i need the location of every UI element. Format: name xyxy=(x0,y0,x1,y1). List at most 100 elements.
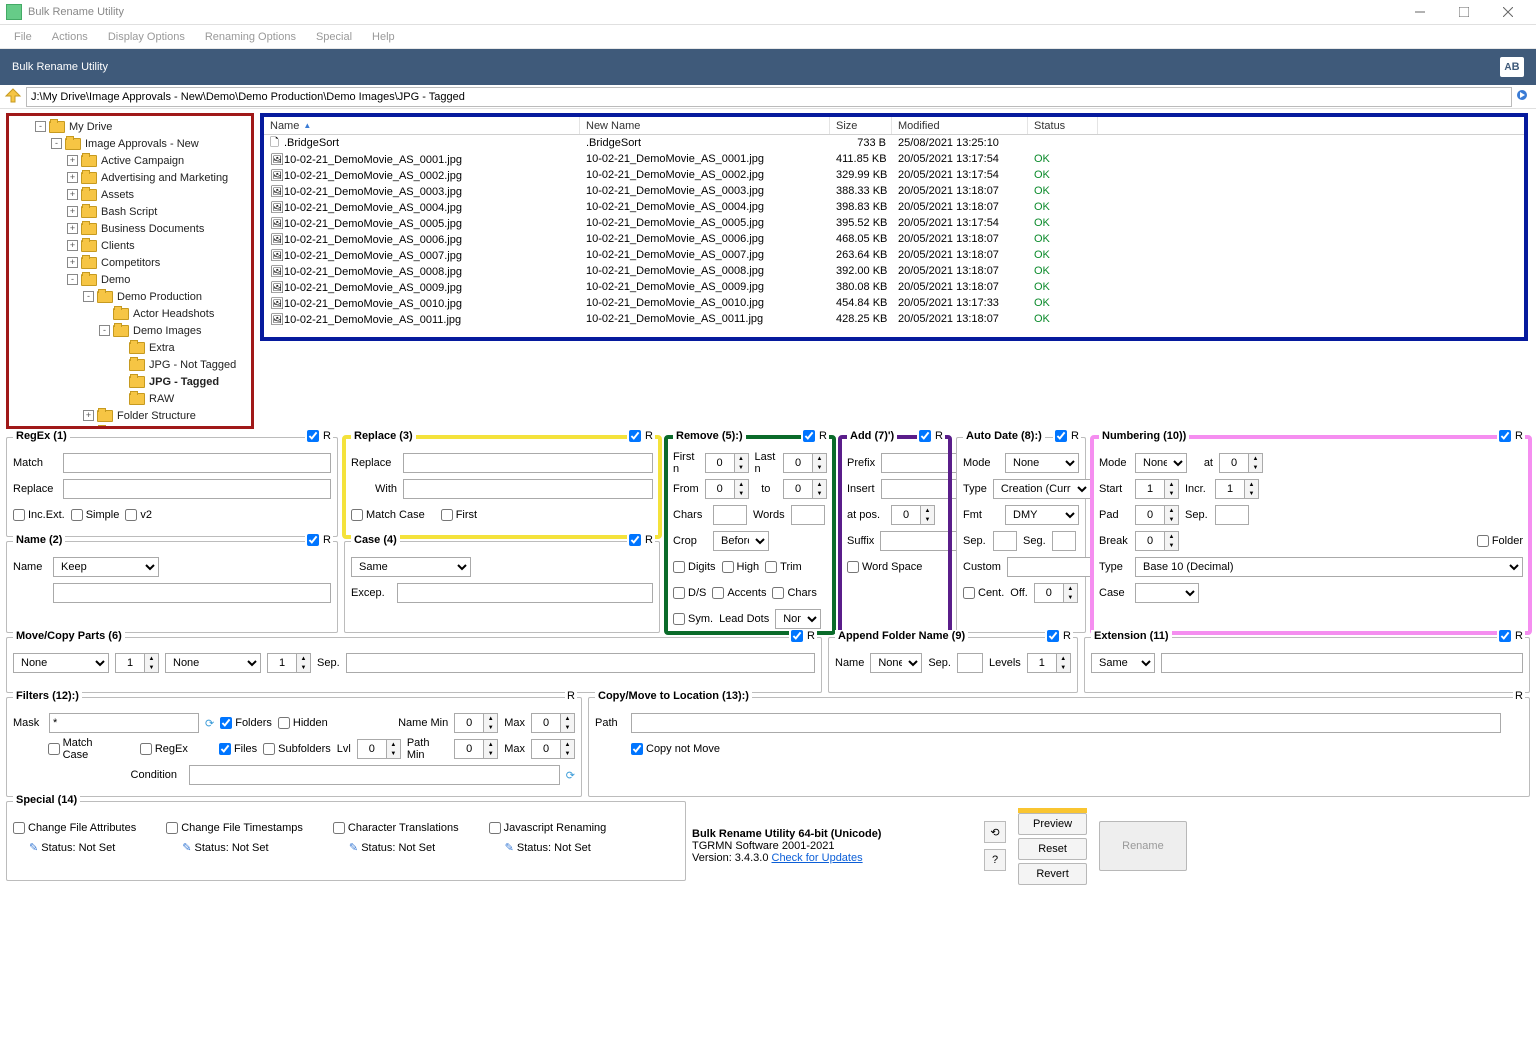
movecopy-sep-input[interactable] xyxy=(346,653,815,673)
tree-expand-icon[interactable]: - xyxy=(51,138,62,149)
tree-node[interactable]: +Folder Structure xyxy=(11,407,249,424)
table-row[interactable]: 🖼10-02-21_DemoMovie_AS_0002.jpg10-02-21_… xyxy=(264,167,1524,183)
case-excep-input[interactable] xyxy=(397,583,653,603)
replace-input[interactable] xyxy=(403,453,653,473)
table-row[interactable]: 🖼10-02-21_DemoMovie_AS_0011.jpg10-02-21_… xyxy=(264,311,1524,327)
numbering-sep-input[interactable] xyxy=(1215,505,1249,525)
add-atpos-input[interactable] xyxy=(892,506,920,524)
regex-incext-check[interactable] xyxy=(13,509,25,521)
case-select[interactable]: Same xyxy=(351,557,471,577)
replace-matchcase-check[interactable] xyxy=(351,509,363,521)
filters-namemin-input[interactable] xyxy=(455,714,483,732)
filters-lvl-input[interactable] xyxy=(358,740,386,758)
special-ct-check[interactable] xyxy=(333,822,345,834)
table-row[interactable]: 🖼10-02-21_DemoMovie_AS_0005.jpg10-02-21_… xyxy=(264,215,1524,231)
autodate-type-select[interactable]: Creation (Curr xyxy=(993,479,1091,499)
numbering-folder-check[interactable] xyxy=(1477,535,1489,547)
name-mode-select[interactable]: Keep xyxy=(53,557,159,577)
tree-node[interactable]: +Advertising and Marketing xyxy=(11,169,249,186)
remove-enable-check[interactable] xyxy=(803,430,815,442)
tree-expand-icon[interactable]: - xyxy=(99,325,110,336)
tree-node[interactable]: Extra xyxy=(11,339,249,356)
revert-button[interactable]: Revert xyxy=(1018,863,1087,885)
table-row[interactable]: 🖼10-02-21_DemoMovie_AS_0004.jpg10-02-21_… xyxy=(264,199,1524,215)
tree-expand-icon[interactable]: + xyxy=(67,172,78,183)
replace-enable-check[interactable] xyxy=(629,430,641,442)
remove-trim-check[interactable] xyxy=(765,561,777,573)
remove-crop-select[interactable]: Before xyxy=(713,531,769,551)
movecopy-enable-check[interactable] xyxy=(791,630,803,642)
table-row[interactable]: 🖼10-02-21_DemoMovie_AS_0001.jpg10-02-21_… xyxy=(264,151,1524,167)
appendfolder-sep-input[interactable] xyxy=(957,653,983,673)
regex-enable-check[interactable] xyxy=(307,430,319,442)
filters-matchcase-check[interactable] xyxy=(48,743,60,755)
replace-with-input[interactable] xyxy=(403,479,653,499)
tree-node[interactable]: +Clients xyxy=(11,237,249,254)
copynotmove-check[interactable] xyxy=(631,743,643,755)
numbering-mode-select[interactable]: None xyxy=(1135,453,1187,473)
check-updates-link[interactable]: Check for Updates xyxy=(772,852,863,864)
table-row[interactable]: 🖼10-02-21_DemoMovie_AS_0010.jpg10-02-21_… xyxy=(264,295,1524,311)
movecopy-sel2[interactable]: None xyxy=(165,653,261,673)
remove-chars-input[interactable] xyxy=(713,505,747,525)
tree-expand-icon[interactable]: + xyxy=(67,257,78,268)
filters-pathmin-input[interactable] xyxy=(455,740,483,758)
restore-icon[interactable]: ⟲ xyxy=(984,821,1006,843)
filters-files-check[interactable] xyxy=(219,743,231,755)
appendfolder-enable-check[interactable] xyxy=(1047,630,1059,642)
filters-folders-check[interactable] xyxy=(220,717,232,729)
menu-help[interactable]: Help xyxy=(362,27,405,47)
extension-enable-check[interactable] xyxy=(1499,630,1511,642)
tree-node[interactable]: -My Drive xyxy=(11,118,249,135)
refresh2-icon[interactable]: ⟳ xyxy=(566,769,575,782)
folder-tree[interactable]: -My Drive-Image Approvals - New+Active C… xyxy=(6,113,254,429)
reset-r3[interactable]: R xyxy=(645,430,653,442)
reset-r[interactable]: R xyxy=(323,430,331,442)
tree-node[interactable]: +Business Documents xyxy=(11,220,249,237)
menu-special[interactable]: Special xyxy=(306,27,362,47)
remove-leaddots-select[interactable]: None xyxy=(775,609,821,629)
menu-file[interactable]: File xyxy=(4,27,42,47)
minimize-button[interactable] xyxy=(1398,0,1442,25)
tree-expand-icon[interactable]: + xyxy=(67,223,78,234)
remove-ds-check[interactable] xyxy=(673,587,685,599)
tree-node[interactable]: RAW xyxy=(11,390,249,407)
add-wordspace-check[interactable] xyxy=(847,561,859,573)
tree-node[interactable]: JPG - Not Tagged xyxy=(11,356,249,373)
help-icon[interactable]: ? xyxy=(984,849,1006,871)
name-text-input[interactable] xyxy=(53,583,331,603)
reset-r9[interactable]: R xyxy=(807,630,815,642)
add-enable-check[interactable] xyxy=(919,430,931,442)
filters-namemax-input[interactable] xyxy=(532,714,560,732)
tree-node[interactable]: -Demo Production xyxy=(11,288,249,305)
file-list[interactable]: Name▲ New Name Size Modified Status 🗋.Br… xyxy=(260,113,1528,341)
maximize-button[interactable] xyxy=(1442,0,1486,25)
up-folder-icon[interactable] xyxy=(4,88,22,106)
movecopy-sel1[interactable]: None xyxy=(13,653,109,673)
col-newname[interactable]: New Name xyxy=(580,117,830,134)
tree-expand-icon[interactable]: - xyxy=(83,291,94,302)
copymove-path-input[interactable] xyxy=(631,713,1501,733)
tree-node[interactable]: +Assets xyxy=(11,186,249,203)
autodate-fmt-select[interactable]: DMY xyxy=(1005,505,1079,525)
remove-to-input[interactable] xyxy=(784,480,812,498)
reset-r5[interactable]: R xyxy=(819,430,827,442)
col-size[interactable]: Size xyxy=(830,117,892,134)
tree-node[interactable]: +Competitors xyxy=(11,254,249,271)
remove-accents-check[interactable] xyxy=(712,587,724,599)
preview-button[interactable]: Preview xyxy=(1018,813,1087,835)
menu-display-options[interactable]: Display Options xyxy=(98,27,195,47)
regex-match-input[interactable] xyxy=(63,453,331,473)
regex-simple-check[interactable] xyxy=(71,509,83,521)
remove-chars2-check[interactable] xyxy=(772,587,784,599)
rename-button[interactable]: Rename xyxy=(1099,821,1187,871)
filters-mask-input[interactable] xyxy=(49,713,199,733)
reset-r12[interactable]: R xyxy=(567,690,575,702)
table-row[interactable]: 🖼10-02-21_DemoMovie_AS_0007.jpg10-02-21_… xyxy=(264,247,1524,263)
numbering-pad-input[interactable] xyxy=(1136,506,1164,524)
case-enable-check[interactable] xyxy=(629,534,641,546)
menu-actions[interactable]: Actions xyxy=(42,27,98,47)
regex-replace-input[interactable] xyxy=(63,479,331,499)
refresh-icon[interactable]: ⟳ xyxy=(205,717,214,730)
special-cfa-check[interactable] xyxy=(13,822,25,834)
